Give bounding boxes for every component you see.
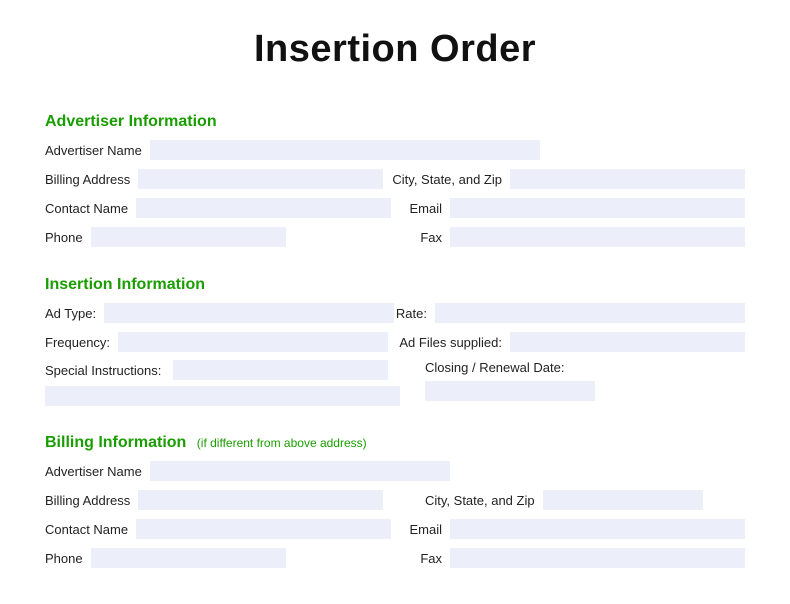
label-bill-contact-name: Contact Name bbox=[45, 522, 128, 537]
label-special-instructions: Special Instructions: bbox=[45, 363, 161, 378]
input-phone[interactable] bbox=[91, 227, 286, 247]
input-bill-email[interactable] bbox=[450, 519, 745, 539]
label-bill-city-state-zip: City, State, and Zip bbox=[425, 493, 535, 508]
input-special-instructions[interactable] bbox=[173, 360, 388, 380]
input-bill-fax[interactable] bbox=[450, 548, 745, 568]
input-bill-city-state-zip[interactable] bbox=[543, 490, 703, 510]
heading-billing-text: Billing Information bbox=[45, 434, 186, 451]
input-email[interactable] bbox=[450, 198, 745, 218]
input-special-instructions-2[interactable] bbox=[45, 386, 400, 406]
label-bill-advertiser-name: Advertiser Name bbox=[45, 464, 142, 479]
input-fax[interactable] bbox=[450, 227, 745, 247]
label-bill-phone: Phone bbox=[45, 551, 83, 566]
label-advertiser-name: Advertiser Name bbox=[45, 143, 142, 158]
heading-insertion: Insertion Information bbox=[45, 276, 745, 294]
input-ad-type[interactable] bbox=[104, 303, 394, 323]
input-bill-contact-name[interactable] bbox=[136, 519, 391, 539]
input-ad-files-supplied[interactable] bbox=[510, 332, 745, 352]
label-bill-fax: Fax bbox=[420, 551, 442, 566]
label-bill-billing-address: Billing Address bbox=[45, 493, 130, 508]
label-contact-name: Contact Name bbox=[45, 201, 128, 216]
label-phone: Phone bbox=[45, 230, 83, 245]
input-billing-address[interactable] bbox=[138, 169, 383, 189]
input-closing-date[interactable] bbox=[425, 381, 595, 401]
page-title: Insertion Order bbox=[45, 28, 745, 71]
label-ad-files-supplied: Ad Files supplied: bbox=[399, 335, 502, 350]
label-city-state-zip: City, State, and Zip bbox=[392, 172, 502, 187]
input-advertiser-name[interactable] bbox=[150, 140, 540, 160]
label-bill-email: Email bbox=[409, 522, 442, 537]
input-rate[interactable] bbox=[435, 303, 745, 323]
label-rate: Rate: bbox=[396, 306, 427, 321]
input-city-state-zip[interactable] bbox=[510, 169, 745, 189]
heading-billing-note: (if different from above address) bbox=[197, 436, 367, 450]
heading-advertiser: Advertiser Information bbox=[45, 113, 745, 131]
input-frequency[interactable] bbox=[118, 332, 388, 352]
section-advertiser: Advertiser Information Advertiser Name B… bbox=[45, 113, 745, 248]
input-contact-name[interactable] bbox=[136, 198, 391, 218]
input-bill-billing-address[interactable] bbox=[138, 490, 383, 510]
label-frequency: Frequency: bbox=[45, 335, 110, 350]
label-ad-type: Ad Type: bbox=[45, 306, 96, 321]
label-email: Email bbox=[409, 201, 442, 216]
section-billing: Billing Information (if different from a… bbox=[45, 434, 745, 569]
label-billing-address: Billing Address bbox=[45, 172, 130, 187]
label-closing-date: Closing / Renewal Date: bbox=[425, 360, 564, 375]
heading-billing: Billing Information (if different from a… bbox=[45, 434, 745, 452]
input-bill-phone[interactable] bbox=[91, 548, 286, 568]
label-fax: Fax bbox=[420, 230, 442, 245]
input-bill-advertiser-name[interactable] bbox=[150, 461, 450, 481]
section-insertion: Insertion Information Ad Type: Rate: Fre… bbox=[45, 276, 745, 406]
